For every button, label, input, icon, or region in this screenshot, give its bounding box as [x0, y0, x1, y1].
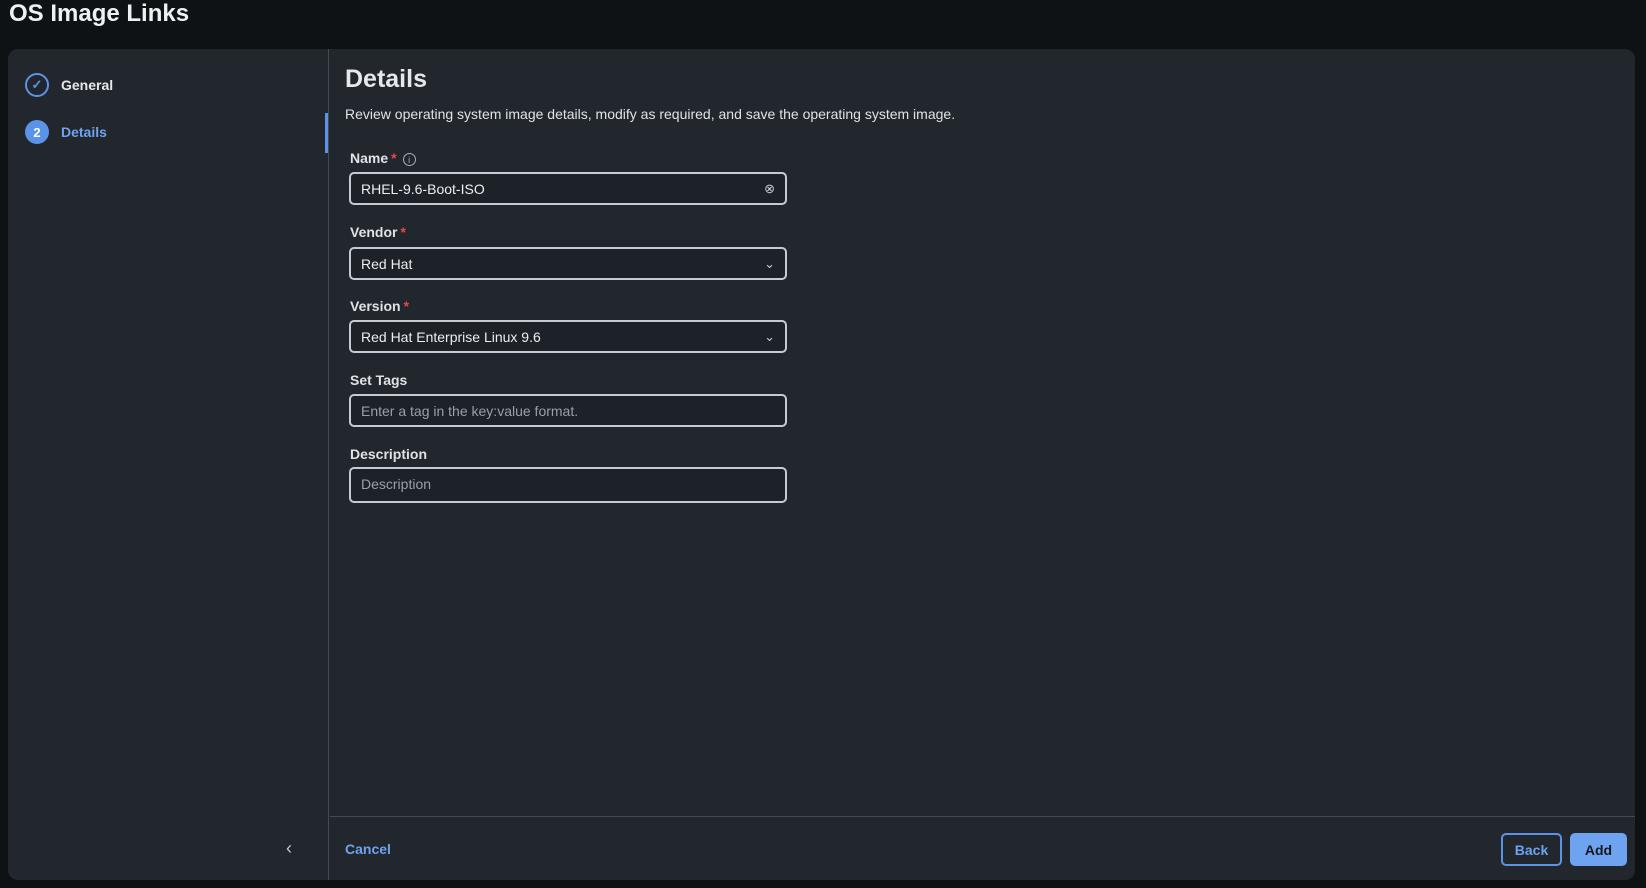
- details-form: Details Review operating system image de…: [330, 49, 1635, 880]
- wizard-steps: ✓ General 2 Details ‹: [8, 49, 329, 880]
- active-step-indicator: [325, 113, 328, 153]
- step-label: Details: [61, 124, 107, 140]
- name-label: Name* i: [350, 150, 416, 166]
- version-label: Version*: [350, 298, 409, 314]
- chevron-left-icon[interactable]: ‹: [286, 838, 292, 859]
- section-subtitle: Review operating system image details, m…: [345, 106, 955, 122]
- required-marker: *: [404, 298, 409, 314]
- tags-label: Set Tags: [350, 372, 407, 388]
- back-button[interactable]: Back: [1501, 833, 1562, 866]
- required-marker: *: [400, 224, 405, 240]
- version-select[interactable]: Red Hat Enterprise Linux 9.6 ⌄: [349, 320, 787, 353]
- description-field[interactable]: [349, 467, 787, 503]
- wizard-panel: ✓ General 2 Details ‹ Details Review ope…: [8, 49, 1635, 880]
- step-label: General: [61, 77, 113, 93]
- label-text: Version: [350, 298, 401, 314]
- tags-field[interactable]: [349, 394, 787, 427]
- clear-icon[interactable]: ⊗: [764, 181, 775, 197]
- step-details[interactable]: 2 Details: [25, 120, 107, 144]
- chevron-down-icon: ⌄: [764, 256, 775, 272]
- description-input[interactable]: [361, 476, 775, 496]
- add-button[interactable]: Add: [1570, 833, 1627, 866]
- chevron-down-icon: ⌄: [764, 329, 775, 345]
- version-value: Red Hat Enterprise Linux 9.6: [361, 329, 541, 345]
- info-icon[interactable]: i: [403, 153, 416, 166]
- name-field[interactable]: ⊗: [349, 172, 787, 205]
- label-text: Vendor: [350, 224, 397, 240]
- name-input[interactable]: [361, 181, 764, 197]
- label-text: Name: [350, 150, 388, 166]
- required-marker: *: [391, 150, 396, 166]
- step-general[interactable]: ✓ General: [25, 73, 113, 97]
- vendor-value: Red Hat: [361, 256, 412, 272]
- section-title: Details: [345, 65, 427, 94]
- page-title: OS Image Links: [9, 0, 189, 28]
- footer-divider: [330, 816, 1635, 817]
- cancel-button[interactable]: Cancel: [345, 841, 391, 857]
- step-number: 2: [25, 120, 49, 144]
- vendor-select[interactable]: Red Hat ⌄: [349, 247, 787, 280]
- tags-input[interactable]: [361, 403, 775, 419]
- vendor-label: Vendor*: [350, 224, 406, 240]
- description-label: Description: [350, 446, 427, 462]
- check-icon: ✓: [25, 73, 49, 97]
